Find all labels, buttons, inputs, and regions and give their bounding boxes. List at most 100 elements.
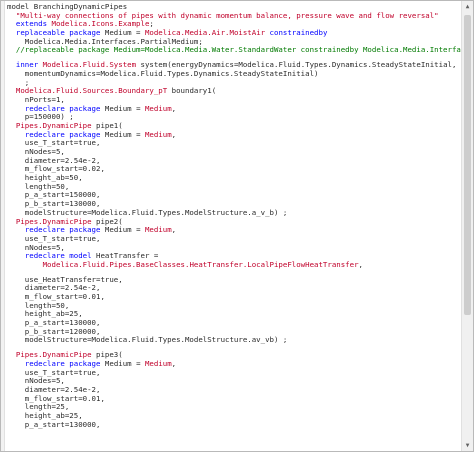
code-token: Medium = — [100, 129, 145, 139]
code-token: length=25, — [7, 402, 70, 412]
code-token: p_b_start=120000, — [7, 326, 101, 336]
editor-gutter — [1, 1, 5, 451]
code-token: , — [171, 129, 177, 139]
code-line: m_flow_start=0.01, — [7, 292, 461, 302]
code-token: length=50, — [7, 300, 70, 310]
code-token: , — [171, 358, 177, 368]
code-line: redeclare package Medium = Medium, — [7, 103, 461, 114]
code-token: Modelica.Icons.Example — [51, 19, 150, 29]
code-token: Medium — [144, 358, 172, 368]
code-token: Medium = — [100, 225, 145, 235]
code-area[interactable]: model BranchingDynamicPipes "Multi-way c… — [7, 2, 473, 429]
code-token: height_ab=50, — [7, 173, 83, 183]
code-token: m_flow_start=0.02, — [7, 164, 105, 174]
code-token: modelStructure=Modelica.Fluid.Types.Mode… — [7, 207, 288, 217]
code-token: Modelica.Fluid.System — [42, 60, 137, 70]
code-token: momentumDynamics=Modelica.Fluid.Types.Dy… — [7, 68, 319, 78]
code-token: replaceable package — [15, 28, 101, 38]
scroll-thumb[interactable] — [464, 15, 471, 315]
code-token: p_b_start=130000, — [7, 199, 101, 209]
code-token: inner — [15, 60, 39, 70]
code-token: use_T_start=true, — [7, 367, 101, 377]
code-token: m_flow_start=0.01, — [7, 292, 105, 301]
code-token: system(energyDynamics=Modelica.Fluid.Typ… — [136, 60, 457, 70]
code-token: modelStructure=Modelica.Fluid.Types.Mode… — [7, 335, 288, 345]
code-token: Medium — [144, 225, 172, 235]
scroll-down-arrow-icon[interactable]: ▼ — [462, 440, 473, 451]
scroll-up-arrow-icon[interactable]: ▲ — [462, 1, 473, 12]
code-token: redeclare package — [24, 129, 101, 139]
code-token: "Multi-way connections of pipes with dyn… — [15, 10, 439, 20]
code-token: , — [171, 103, 177, 113]
code-line: //replaceable package Medium=Modelica.Me… — [7, 45, 473, 55]
code-line: use_T_start=true, — [7, 367, 461, 378]
code-token: pipe2( — [91, 216, 123, 226]
code-token: height_ab=25, — [7, 309, 83, 319]
code-token: Medium — [144, 129, 172, 139]
code-editor[interactable]: model BranchingDynamicPipes "Multi-way c… — [0, 0, 474, 452]
code-line: use_T_start=true, — [7, 138, 461, 148]
code-token: redeclare model — [24, 251, 92, 261]
code-token: pipe3( — [91, 350, 123, 360]
code-token: use_T_start=true, — [7, 233, 101, 243]
code-line: m_flow_start=0.01, — [7, 393, 461, 404]
code-token: model BranchingDynamicPipes — [7, 2, 128, 11]
code-token: Pipes.DynamicPipe — [15, 120, 92, 130]
code-token: p=150000) ; — [7, 112, 74, 122]
vertical-scrollbar[interactable]: ▲ ▼ — [461, 1, 473, 451]
code-token: p_a_start=150000, — [7, 190, 101, 200]
code-line: Modelica.Fluid.Pipes.BaseClasses.HeatTra… — [7, 259, 461, 270]
code-token: Modelica.Media.Air.MoistAir — [144, 28, 266, 38]
code-token: redeclare package — [24, 103, 101, 113]
code-token: use_T_start=true, — [7, 138, 101, 148]
code-token: , — [171, 225, 177, 235]
code-token: Modelica.Fluid.Pipes.BaseClasses.HeatTra… — [42, 259, 359, 269]
code-token: height_ab=25, — [7, 410, 83, 420]
code-line: Modelica.Fluid.Sources.Boundary_pT bound… — [7, 86, 461, 96]
code-token: nNodes=5, — [7, 147, 65, 156]
code-token: HeatTransfer = — [91, 251, 159, 261]
code-token: //replaceable package Medium=Modelica.Me… — [15, 45, 473, 55]
code-token: boundary1( — [167, 86, 217, 96]
code-token: diameter=2.54e-2, — [7, 155, 101, 165]
code-token: diameter=2.54e-2, — [7, 384, 101, 394]
code-token: use_HeatTransfer=true, — [7, 274, 123, 284]
code-token: Medium = — [100, 103, 145, 113]
code-token: p_a_start=130000, — [7, 419, 101, 429]
code-token: Modelica.Media.Interfaces.PartialMedium; — [7, 36, 203, 46]
code-token: Medium = — [100, 28, 145, 38]
code-token: Pipes.DynamicPipe — [15, 350, 92, 360]
code-token: redeclare package — [24, 358, 101, 368]
code-token: nNodes=5, — [7, 242, 65, 252]
code-token: Medium = — [100, 358, 145, 368]
code-token: Medium — [144, 103, 172, 113]
code-token: Modelica.Fluid.Sources.Boundary_pT — [15, 86, 168, 96]
code-token: extends — [15, 19, 48, 29]
code-token: diameter=2.54e-2, — [7, 283, 101, 293]
code-token: m_flow_start=0.01, — [7, 393, 105, 403]
code-token: Pipes.DynamicPipe — [15, 216, 92, 226]
code-line: height_ab=50, — [7, 173, 461, 183]
code-line: momentumDynamics=Modelica.Fluid.Types.Dy… — [7, 68, 461, 79]
code-token: nPorts=1, — [7, 94, 65, 104]
code-token: nNodes=5, — [7, 376, 65, 386]
code-token: constrainedby — [269, 28, 328, 38]
code-token: , — [358, 259, 363, 269]
code-line: modelStructure=Modelica.Fluid.Types.Mode… — [7, 336, 461, 345]
code-token: redeclare package — [24, 225, 101, 235]
